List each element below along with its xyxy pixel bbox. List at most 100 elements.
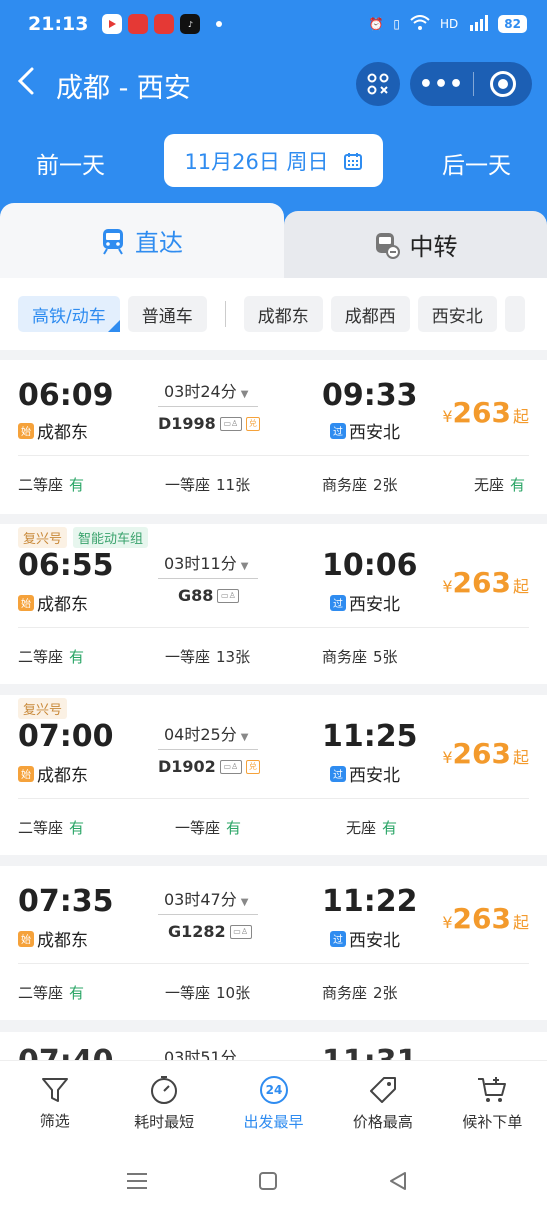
- train-card[interactable]: 06:09 始 成都东 03时24分 ▼ D1998 ▭♙ 兑 09:33 过 西…: [0, 360, 547, 514]
- sort-earliest-button[interactable]: 出发最早: [219, 1061, 328, 1145]
- triangle-back-icon: [390, 1172, 406, 1190]
- filter-chips: 高铁/动车 普通车 成都东 成都西 西安北: [0, 278, 547, 350]
- route-type-tabs: 直达 中转: [0, 203, 547, 278]
- train-card-partial[interactable]: 07:40 03时51分 11:31: [0, 1032, 547, 1062]
- waitlist-order-button[interactable]: 候补下单: [438, 1061, 547, 1145]
- departure-station: 始 成都东: [18, 418, 88, 443]
- recent-apps-button[interactable]: [126, 1171, 148, 1195]
- pass-badge: 过: [330, 765, 346, 782]
- price-value: 263: [452, 902, 511, 935]
- train-number-text: D1902: [158, 757, 216, 776]
- seat-name: 二等座: [18, 984, 64, 1002]
- back-nav-button[interactable]: [388, 1171, 408, 1195]
- train-card[interactable]: 07:35 始 成都东 03时47分 ▼ G1282 ▭♙ 11:22 过 西安北…: [0, 866, 547, 1020]
- seat-second-class: 二等座有: [18, 646, 84, 667]
- home-button[interactable]: [258, 1171, 278, 1195]
- train-card[interactable]: 复兴号 智能动车组 06:55 始 成都东 03时11分 ▼ G88 ▭♙ 10:…: [0, 524, 547, 684]
- prev-day-button[interactable]: 前一天: [36, 146, 105, 180]
- scan-button[interactable]: [356, 62, 400, 106]
- chip-chengdu-west[interactable]: 成都西: [330, 296, 410, 332]
- clock-24-badge: 24: [265, 1083, 283, 1097]
- duration: 04时25分 ▼: [164, 721, 248, 745]
- tag-fuxing: 复兴号: [18, 527, 68, 548]
- duration-text: 03时47分: [164, 890, 237, 909]
- train-number: G88 ▭♙: [178, 586, 288, 605]
- id-card-icon: ▭♙: [217, 588, 240, 603]
- price-suffix: 起: [512, 748, 529, 767]
- wifi-icon: [410, 14, 430, 34]
- departure-time: 06:09: [18, 378, 114, 413]
- sort-price-label: 价格最高: [352, 1112, 413, 1131]
- price: ¥ 263 起: [442, 902, 529, 935]
- departure-station: 始 成都东: [18, 926, 88, 951]
- duration-line: [158, 578, 258, 579]
- seat-status: 有: [69, 819, 85, 837]
- filter-label: 筛选: [39, 1111, 70, 1130]
- train-card[interactable]: 复兴号 07:00 始 成都东 04时25分 ▼ D1902 ▭♙ 兑 11:25…: [0, 695, 547, 855]
- filter-icon: [41, 1077, 68, 1102]
- id-card-icon: ▭♙: [229, 924, 252, 939]
- tag-fuxing: 复兴号: [18, 698, 68, 719]
- arrival-time: 11:22: [322, 884, 418, 919]
- chip-normal-train[interactable]: 普通车: [127, 296, 207, 332]
- next-day-button[interactable]: 后一天: [442, 146, 511, 180]
- seat-name: 二等座: [18, 476, 64, 494]
- chevron-left-icon: [17, 67, 34, 95]
- square-icon: [259, 1172, 277, 1190]
- price-value: 263: [452, 396, 511, 429]
- cart-add-icon: [478, 1076, 507, 1102]
- seat-status: 10张: [216, 984, 251, 1002]
- vibrate-icon: ▯: [393, 17, 401, 31]
- duration-text: 04时25分: [164, 725, 237, 744]
- close-mini-program-button[interactable]: [474, 71, 532, 97]
- date-text: 11月26日 周日: [184, 149, 329, 174]
- price: ¥ 263 起: [442, 396, 529, 429]
- id-card-icon: ▭♙: [219, 416, 242, 431]
- reservation-icon: 兑: [245, 759, 260, 774]
- arrival-station-name: 西安北: [349, 766, 400, 786]
- departure-station: 始 成都东: [18, 590, 88, 615]
- menu-icon: [127, 1173, 147, 1189]
- triangle-down-icon: ▼: [240, 897, 249, 908]
- filter-button[interactable]: 筛选: [0, 1061, 109, 1145]
- train-number-text: G88: [178, 586, 214, 605]
- chip-xian-north[interactable]: 西安北: [417, 296, 497, 332]
- system-status: ⏰ ▯ HD 82: [368, 14, 527, 34]
- date-row: 前一天 11月26日 周日 后一天: [0, 134, 547, 188]
- sort-price-button[interactable]: 价格最高: [328, 1061, 437, 1145]
- departure-time: 07:00: [18, 719, 114, 754]
- timer-icon: [151, 1075, 178, 1104]
- system-nav-bar: [0, 1145, 547, 1216]
- tag-smart-emu: 智能动车组: [73, 527, 149, 548]
- triangle-down-icon: ▼: [240, 561, 249, 572]
- currency-symbol: ¥: [442, 913, 453, 932]
- seat-first-class: 一等座 13张: [165, 646, 250, 667]
- arrival-station: 过 西安北: [330, 418, 400, 443]
- sort-duration-label: 耗时最短: [134, 1112, 195, 1131]
- more-button[interactable]: •••: [410, 72, 473, 97]
- start-badge: 始: [18, 930, 34, 947]
- title-bar: 成都 - 西安 •••: [0, 56, 547, 114]
- seat-second-class: 二等座有: [18, 474, 84, 495]
- arrival-station: 过 西安北: [330, 761, 400, 786]
- seat-name: 无座: [346, 819, 377, 837]
- news-app-icon: [154, 14, 175, 34]
- page-title: 成都 - 西安: [56, 72, 191, 104]
- currency-symbol: ¥: [442, 577, 453, 596]
- signal-icon: [468, 14, 489, 34]
- duration-text: 03时11分: [164, 554, 237, 573]
- pass-badge: 过: [330, 594, 346, 611]
- chip-chengdu-east[interactable]: 成都东: [243, 296, 323, 332]
- chip-high-speed[interactable]: 高铁/动车: [18, 296, 120, 332]
- price-suffix: 起: [512, 913, 529, 932]
- date-picker[interactable]: 11月26日 周日: [164, 134, 383, 187]
- back-button[interactable]: [16, 66, 56, 104]
- tab-direct[interactable]: 直达: [0, 203, 284, 278]
- chip-more[interactable]: [504, 296, 525, 332]
- battery-icon: 82: [498, 15, 527, 33]
- tab-transfer-label: 中转: [409, 233, 458, 261]
- tab-transfer[interactable]: 中转: [284, 211, 547, 278]
- sort-duration-button[interactable]: 耗时最短: [109, 1061, 218, 1145]
- seat-name: 商务座: [322, 648, 368, 666]
- seat-name: 商务座: [322, 476, 368, 494]
